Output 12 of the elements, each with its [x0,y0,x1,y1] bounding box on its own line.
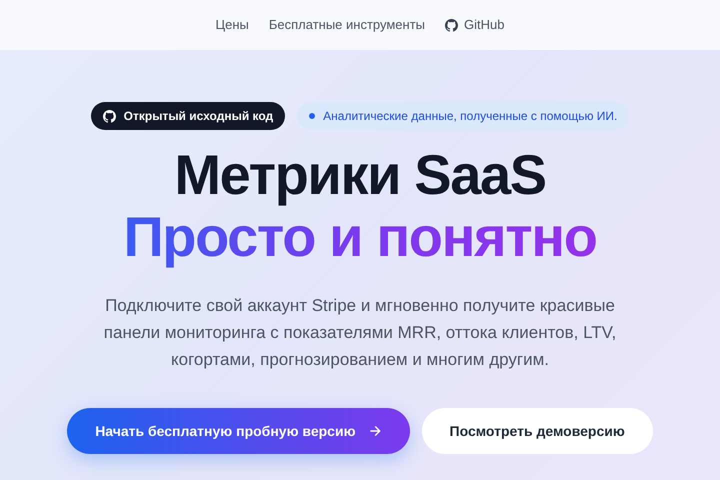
arrow-right-icon [368,424,382,438]
nav-link[interactable]: Бесплатные инструменты [268,15,426,35]
github-icon [102,110,116,122]
open-source-badge: Открытый исходный код [90,102,286,130]
feature-badge: Аналитические данные, полученные с помощью ИИ. [297,102,630,130]
nav-link[interactable]: GitHub [445,15,504,35]
description: Подключите свой аккаунт Stripe и мгновенно получите красивые панели мониторинга с показателями MRR, оттока клиентов, LTV, когортами, прогнозированием и многим другим. [102,295,618,371]
nav-link[interactable]: Цены [216,15,249,35]
start-trial-button[interactable]: Начать бесплатную пробную версию [67,408,410,454]
headline: Метрики SaaS [174,144,546,206]
demo-button[interactable]: Посмотреть демоверсию [422,408,653,454]
github-icon [445,18,458,32]
